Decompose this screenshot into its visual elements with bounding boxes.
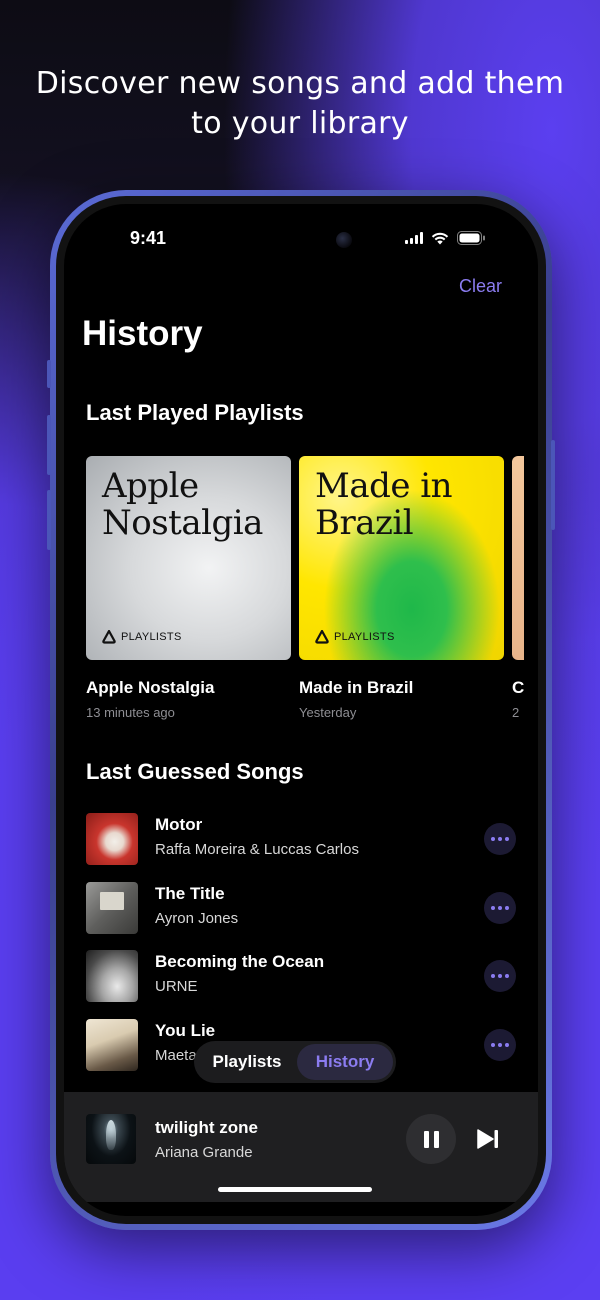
now-playing-title: twilight zone <box>155 1118 258 1137</box>
more-options-button[interactable] <box>484 823 516 855</box>
pause-button[interactable] <box>406 1114 456 1164</box>
artwork-title: Apple Nostalgia <box>102 468 283 542</box>
pause-icon <box>423 1130 429 1148</box>
playlists-badge: PLAYLISTS <box>102 630 182 644</box>
phone-action-button <box>47 360 51 388</box>
song-row[interactable]: Motor Raffa Moreira & Luccas Carlos <box>86 813 516 865</box>
section-title-songs: Last Guessed Songs <box>86 759 304 784</box>
home-indicator[interactable] <box>218 1187 372 1192</box>
next-track-icon[interactable] <box>476 1128 500 1150</box>
marketing-headline: Discover new songs and add them to your … <box>0 64 600 144</box>
badge-label: PLAYLISTS <box>121 631 182 643</box>
artwork-title: Made in Brazil <box>315 468 496 542</box>
phone-screen: 9:41 Clear History Last Played Playlists… <box>64 204 538 1216</box>
song-artist: Raffa Moreira & Luccas Carlos <box>155 841 359 858</box>
playlist-time: 13 minutes ago <box>86 705 175 720</box>
song-artist: Ayron Jones <box>155 910 239 927</box>
song-artwork <box>86 1019 138 1071</box>
playlist-card-apple-nostalgia[interactable]: Apple Nostalgia PLAYLISTS Apple Nostalgi… <box>86 456 291 720</box>
phone-volume-down <box>47 490 51 550</box>
camera-icon <box>336 232 352 248</box>
playlist-name: C <box>512 678 525 697</box>
artwork-title-line-1: Made in <box>315 466 453 506</box>
dynamic-island <box>234 222 364 258</box>
song-row[interactable]: Becoming the Ocean URNE <box>86 950 516 1002</box>
song-artwork <box>86 882 138 934</box>
song-title: The Title <box>155 884 225 903</box>
song-artist: URNE <box>155 978 198 995</box>
battery-icon <box>457 231 485 245</box>
status-icons <box>405 231 486 245</box>
artwork-title-line-2: Brazil <box>315 503 414 543</box>
artwork-title-line-1: Apple <box>102 466 199 506</box>
playlist-name: Apple Nostalgia <box>86 678 215 697</box>
badge-label: PLAYLISTS <box>334 631 395 643</box>
section-title-playlists: Last Played Playlists <box>86 400 304 425</box>
signal-icon <box>405 232 423 244</box>
shazam-logo-icon <box>102 630 116 644</box>
playlist-card-partial[interactable]: C 2 <box>512 456 538 720</box>
now-playing-artist: Ariana Grande <box>155 1144 253 1161</box>
tab-playlists[interactable]: Playlists <box>197 1044 297 1080</box>
song-title: Becoming the Ocean <box>155 952 325 971</box>
more-options-button[interactable] <box>484 960 516 992</box>
more-options-button[interactable] <box>484 892 516 924</box>
wifi-icon <box>431 232 449 244</box>
tab-switcher: Playlists History <box>194 1041 396 1083</box>
page-title: History <box>82 314 203 353</box>
phone-frame: 9:41 Clear History Last Played Playlists… <box>47 190 555 1230</box>
phone-bezel: 9:41 Clear History Last Played Playlists… <box>56 196 546 1224</box>
song-artist: Maeta <box>155 1047 197 1064</box>
song-title: Motor <box>155 815 203 834</box>
tab-history[interactable]: History <box>297 1044 393 1080</box>
song-title: You Lie <box>155 1021 216 1040</box>
headline-line-2: to your library <box>191 106 409 141</box>
song-artwork <box>86 813 138 865</box>
playlist-card-made-in-brazil[interactable]: Made in Brazil PLAYLISTS Made in Brazil … <box>299 456 504 720</box>
now-playing-bar[interactable]: twilight zone Ariana Grande <box>64 1092 538 1202</box>
shazam-logo-icon <box>315 630 329 644</box>
song-row[interactable]: The Title Ayron Jones <box>86 882 516 934</box>
playlist-artwork <box>512 456 524 660</box>
more-options-button[interactable] <box>484 1029 516 1061</box>
playlist-name: Made in Brazil <box>299 678 414 697</box>
playlist-artwork: Made in Brazil PLAYLISTS <box>299 456 504 660</box>
phone-power-button <box>551 440 555 530</box>
song-artwork <box>86 950 138 1002</box>
artwork-title-line-2: Nostalgia <box>102 503 263 543</box>
now-playing-artwork <box>86 1114 136 1164</box>
playlist-time: Yesterday <box>299 705 357 720</box>
status-time: 9:41 <box>130 228 167 248</box>
clear-button[interactable]: Clear <box>459 276 502 297</box>
playlist-time: 2 <box>512 705 520 720</box>
playlist-artwork: Apple Nostalgia PLAYLISTS <box>86 456 291 660</box>
phone-volume-up <box>47 415 51 475</box>
playlists-badge: PLAYLISTS <box>315 630 395 644</box>
headline-line-1: Discover new songs and add them <box>35 66 565 101</box>
